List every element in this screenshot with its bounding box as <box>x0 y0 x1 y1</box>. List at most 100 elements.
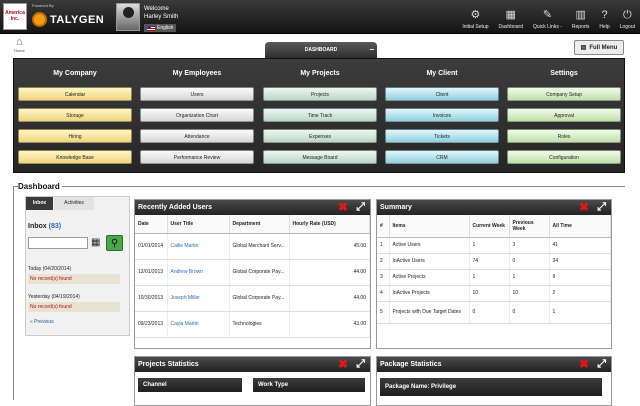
menu-item-hiring[interactable]: Hiring <box>18 129 132 143</box>
menu-item-expenses[interactable]: Expenses <box>263 129 377 143</box>
user-link[interactable]: Callie Martin <box>167 233 230 260</box>
yesterday-header: Yesterday (04/19/2014) <box>28 294 80 300</box>
menu-item-calendar[interactable]: Calendar <box>18 87 132 101</box>
table-row: 12/01/2013 Andrew Brown Global Corporate P… <box>135 259 370 286</box>
us-flag-icon <box>147 25 155 31</box>
language-selector[interactable]: English <box>144 24 177 32</box>
expand-icon[interactable]: ⤢ <box>356 357 365 372</box>
menu-item-company-setup[interactable]: Company Setup <box>507 87 621 101</box>
date-input[interactable] <box>28 237 88 249</box>
company-logo[interactable]: America Inc. <box>3 3 27 30</box>
close-icon[interactable]: ✖ <box>338 200 348 215</box>
previous-link[interactable]: « Previous <box>30 319 54 325</box>
package-stats-title: Package Statistics <box>380 361 442 368</box>
menu-item-configuration[interactable]: Configuration <box>507 150 621 164</box>
nav-label: Help <box>599 24 610 30</box>
nav-label: Quick Links - <box>532 24 562 30</box>
package-name: Package Name: Privilege <box>380 378 602 396</box>
menu-item-users[interactable]: Users <box>140 87 254 101</box>
summary-title: Summary <box>380 204 412 211</box>
calendar-icon[interactable]: ▦ <box>91 237 103 249</box>
nav-help[interactable]: ? Help <box>594 0 614 34</box>
close-icon[interactable]: ✖ <box>579 357 589 372</box>
full-menu-button[interactable]: ▤ Full Menu <box>574 40 624 55</box>
department-cell: Global Corporate Pay... <box>229 259 290 286</box>
user-link[interactable]: Andrew Brown <box>167 259 230 286</box>
summary-cell: 2 <box>377 253 390 270</box>
nav-label: Dashboard <box>498 24 523 30</box>
menu-item-performance-review[interactable]: Performance Review <box>140 150 254 164</box>
department-cell: Global Merchant Serv... <box>229 233 290 260</box>
home-link[interactable]: ⌂ Home <box>14 37 25 54</box>
language-label: English <box>157 25 174 31</box>
tab-activities[interactable]: Activities <box>54 197 94 210</box>
user-link[interactable]: Cayla Martin <box>167 311 230 338</box>
table-row: 01/01/2014 Callie Martin Global Merchant S… <box>135 233 370 260</box>
column-header: Items <box>389 215 470 238</box>
summary-header: Summary ✖ ⤢ <box>377 200 611 215</box>
expand-icon[interactable]: ⤢ <box>356 200 365 215</box>
summary-cell: 1 <box>509 269 550 286</box>
menu-item-message-board[interactable]: Message Board <box>263 150 377 164</box>
menu-icon: ▤ <box>580 45 587 51</box>
table-row: 4 InActive Projects 10 10 2 <box>377 285 611 302</box>
tab-inbox[interactable]: Inbox <box>26 197 53 210</box>
menu-column-title: My Company <box>53 70 97 77</box>
summary-cell: 10 <box>469 285 510 302</box>
table-row: 5 Projects with Due Target Dates 0 0 1 <box>377 301 611 324</box>
recent-users-table: Date User Title Department Hourly Rate (USD… <box>135 215 370 338</box>
collapse-icon[interactable]: − <box>369 42 374 57</box>
close-icon[interactable]: ✖ <box>579 200 589 215</box>
menu-item-organization-chart[interactable]: Organization Chart <box>140 108 254 122</box>
menu-item-tickets[interactable]: Tickets <box>385 129 499 143</box>
menu-item-knowledge-base[interactable]: Knowledge Base <box>18 150 132 164</box>
nav-initial-setup[interactable]: ⚙ Initial Setup <box>457 0 493 34</box>
menu-item-invoices[interactable]: Invoices <box>385 108 499 122</box>
no-records-today: No record(s) found <box>28 274 120 284</box>
rate-cell: 44.00 <box>289 285 370 312</box>
welcome-block: Welcome Harley Smith <box>144 5 178 21</box>
date-cell: 10/30/2013 <box>135 285 168 312</box>
nav-logout[interactable]: ⏻ Logout <box>615 0 640 34</box>
expand-icon[interactable]: ⤢ <box>597 200 606 215</box>
link-icon: ✎ <box>542 9 553 21</box>
close-icon[interactable]: ✖ <box>338 357 348 372</box>
menu-item-time-track[interactable]: Time Track <box>263 108 377 122</box>
inbox-panel: Inbox Activities Inbox (83) ▦ ⚲ Today (0… <box>25 196 130 336</box>
nav-reports[interactable]: ▥ Reports <box>567 0 595 34</box>
summary-cell: 0 <box>469 301 510 324</box>
date-cell: 12/01/2013 <box>135 259 168 286</box>
date-cell: 01/01/2014 <box>135 233 168 260</box>
summary-cell: 2 <box>549 285 611 302</box>
help-icon: ? <box>601 9 608 21</box>
nav-label: Reports <box>571 24 590 30</box>
user-link[interactable]: Joseph Miller <box>167 285 230 312</box>
menu-item-approval[interactable]: Approval <box>507 108 621 122</box>
summary-cell: Active Projects <box>389 269 470 286</box>
gear-icon: ⚙ <box>470 9 481 21</box>
avatar[interactable] <box>116 3 140 31</box>
power-icon: ⏻ <box>623 9 632 21</box>
talygen-logo-icon <box>32 12 47 27</box>
talygen-logo[interactable]: TALYGEN <box>32 12 104 27</box>
work-type-header: Work Type <box>253 378 365 392</box>
menu-item-roles[interactable]: Roles <box>507 129 621 143</box>
summary-panel: Summary ✖ ⤢ # Items Current Week Previous Wee… <box>376 199 612 349</box>
nav-quick-links[interactable]: ✎ Quick Links - <box>528 0 567 34</box>
full-menu-label: Full Menu <box>589 44 618 51</box>
search-button[interactable]: ⚲ <box>106 235 123 251</box>
rate-cell: 43.00 <box>289 311 370 338</box>
menu-item-client[interactable]: Client <box>385 87 499 101</box>
user-name[interactable]: Harley Smith <box>144 13 178 21</box>
recent-users-header: Recently Added Users ✖ ⤢ <box>135 200 370 215</box>
nav-dashboard[interactable]: ▦ Dashboard <box>494 0 528 34</box>
summary-cell: InActive Projects <box>389 285 470 302</box>
menu-item-storage[interactable]: Storage <box>18 108 132 122</box>
menu-item-crm[interactable]: CRM <box>385 150 499 164</box>
no-records-yesterday: No record(s) found <box>28 302 120 312</box>
menu-item-attendance[interactable]: Attendance <box>140 129 254 143</box>
expand-icon[interactable]: ⤢ <box>597 357 606 372</box>
dashboard-tab[interactable]: DASHBOARD − <box>265 42 377 58</box>
menu-item-projects[interactable]: Projects <box>263 87 377 101</box>
menu-column-title: My Client <box>426 70 458 77</box>
